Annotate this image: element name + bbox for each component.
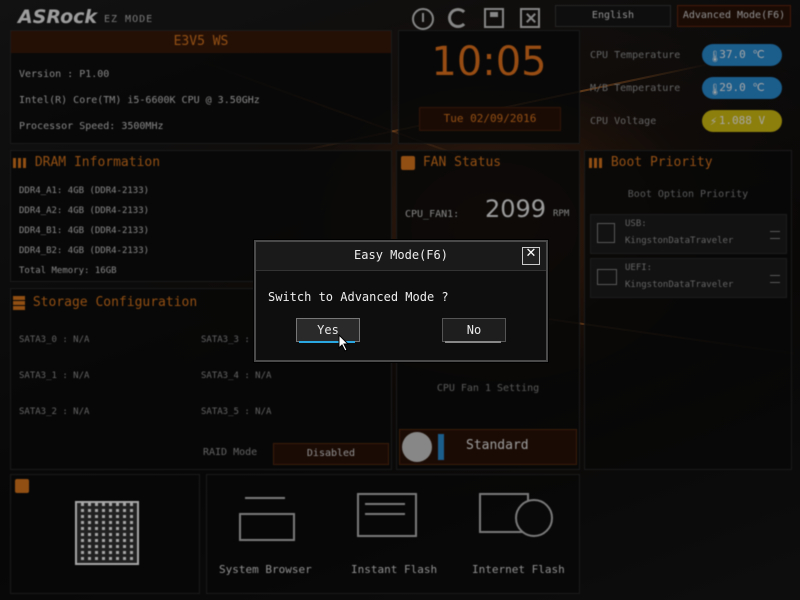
no-button[interactable]: No [442, 318, 506, 343]
button-underline [445, 341, 501, 343]
easy-mode-dialog: Easy Mode(F6) ✕ Switch to Advanced Mode … [254, 240, 548, 362]
close-icon: ✕ [525, 246, 537, 261]
close-button[interactable]: ✕ [522, 246, 540, 265]
yes-button[interactable]: Yes [296, 318, 360, 343]
mouse-cursor-icon [338, 334, 350, 352]
dialog-message: Switch to Advanced Mode ? [268, 290, 449, 304]
dialog-title: Easy Mode(F6) [354, 248, 448, 262]
yes-button-label: Yes [317, 323, 339, 337]
no-button-label: No [466, 323, 482, 337]
